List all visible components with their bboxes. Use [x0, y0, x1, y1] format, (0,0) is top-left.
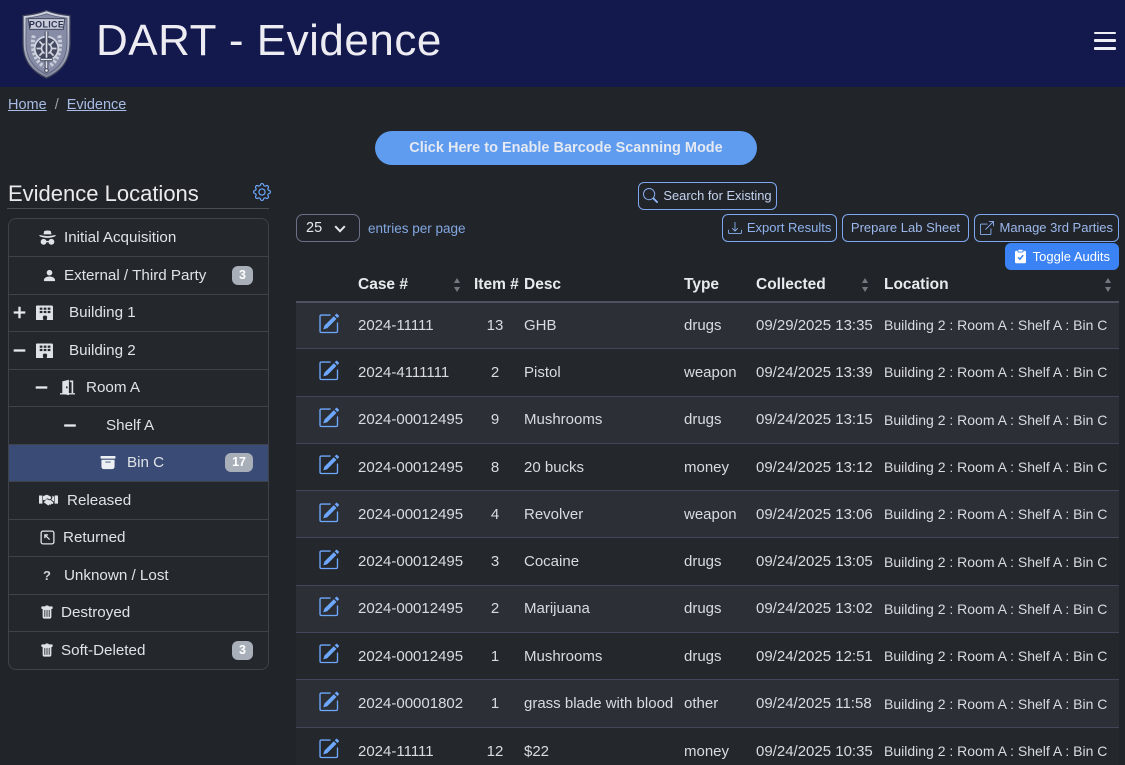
svg-text:POLICE: POLICE	[29, 19, 64, 29]
